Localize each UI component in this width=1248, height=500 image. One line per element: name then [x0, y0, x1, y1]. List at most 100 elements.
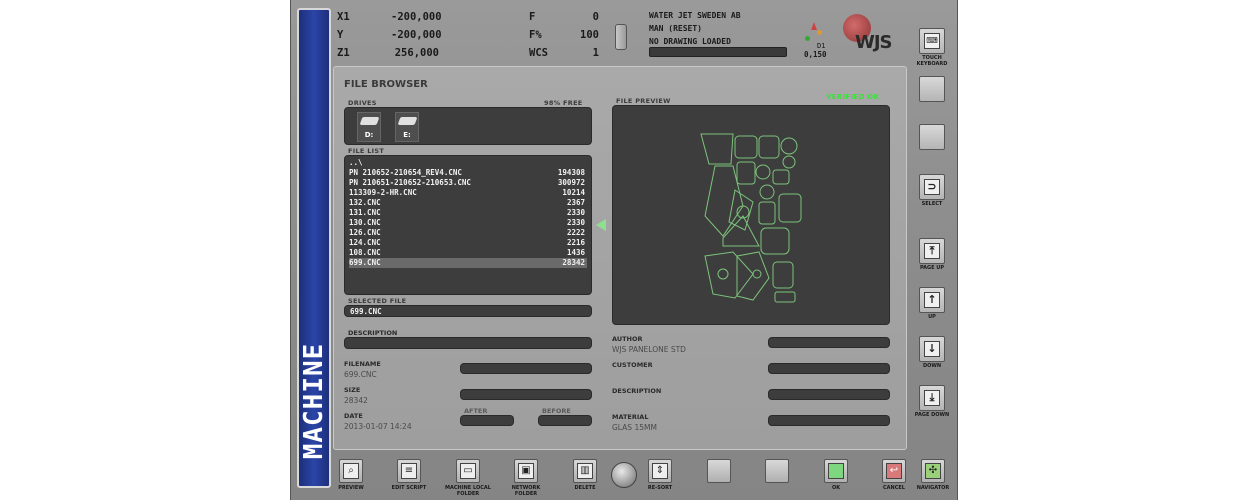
- head-value: 0,150: [804, 50, 827, 59]
- blank-button-1[interactable]: [919, 76, 945, 102]
- author-value: WJS PANELONE STD: [612, 345, 686, 354]
- customer-input[interactable]: [768, 363, 890, 374]
- author-input[interactable]: [768, 337, 890, 348]
- status-knob[interactable]: [611, 462, 637, 488]
- delete-label: DELETE: [574, 485, 596, 491]
- preview-part: [700, 133, 734, 165]
- file-list-item[interactable]: 132.CNC 2367: [349, 198, 587, 208]
- page-up-icon: ⤒: [924, 243, 940, 259]
- network-folder-button[interactable]: ▣: [514, 459, 538, 483]
- feed-percent-value: 100: [580, 29, 599, 41]
- blank-button-2[interactable]: [919, 124, 945, 150]
- network-folder-icon: ▣: [518, 463, 534, 479]
- file-list-item[interactable]: 126.CNC 2222: [349, 228, 587, 238]
- drive-icon: [397, 117, 418, 125]
- file-list-item[interactable]: 130.CNC 2330: [349, 218, 587, 228]
- file-list-label: FILE LIST: [348, 147, 385, 155]
- file-list-item-selected[interactable]: 699.CNC 28342: [349, 258, 587, 268]
- size-input[interactable]: [460, 389, 592, 400]
- file-list-item[interactable]: 113309-2-HR.CNC 10214: [349, 188, 587, 198]
- navigator-label: NAVIGATOR: [916, 485, 950, 491]
- magnifier-icon: ⌕: [343, 463, 359, 479]
- preview-part: [759, 184, 775, 200]
- re-sort-label: RE-SORT: [647, 485, 673, 491]
- date-after-input[interactable]: [460, 415, 514, 426]
- edit-script-button[interactable]: ≡: [397, 459, 421, 483]
- author-label: AUTHOR: [612, 335, 643, 343]
- select-icon: ⊃: [924, 179, 940, 195]
- feed-label: F: [529, 11, 536, 23]
- delete-button[interactable]: ▥: [573, 459, 597, 483]
- drives-label: DRIVES: [348, 99, 377, 107]
- drive-d-button[interactable]: D:: [357, 112, 381, 142]
- select-button[interactable]: ⊃: [919, 174, 945, 200]
- cancel-icon: ↩: [886, 463, 902, 479]
- document-icon: ≡: [401, 463, 417, 479]
- material-input[interactable]: [768, 415, 890, 426]
- before-label: BEFORE: [542, 407, 571, 415]
- preview-part: [774, 291, 796, 303]
- axis-y-value: -200,000: [391, 29, 442, 41]
- nozzle-icon: [615, 24, 627, 50]
- file-list-item[interactable]: 108.CNC 1436: [349, 248, 587, 258]
- filename-input[interactable]: [460, 363, 592, 374]
- preview-part: [722, 215, 760, 247]
- page-down-button[interactable]: ⤓: [919, 385, 945, 411]
- axis-z1-label: Z1: [337, 47, 350, 59]
- navigator-button[interactable]: ✣: [921, 459, 945, 483]
- preview-button[interactable]: ⌕: [339, 459, 363, 483]
- arrow-left-icon[interactable]: [596, 219, 606, 231]
- page-up-button[interactable]: ⤒: [919, 238, 945, 264]
- nesting-preview-drawing: [700, 133, 802, 303]
- description-field[interactable]: [344, 337, 592, 349]
- file-list-item[interactable]: ..\: [349, 158, 587, 168]
- cancel-button[interactable]: ↩: [882, 459, 906, 483]
- axis-z1-value: 256,000: [394, 47, 439, 59]
- down-button[interactable]: ↓: [919, 336, 945, 362]
- edit-script-label: EDIT SCRIPT: [391, 485, 427, 491]
- selected-file-field: 699.CNC: [344, 305, 592, 317]
- preview-part: [778, 193, 802, 223]
- company-name: WATER JET SWEDEN AB: [649, 11, 741, 20]
- navigator-icon: ✣: [925, 463, 941, 479]
- date-before-input[interactable]: [538, 415, 592, 426]
- drawing-status: NO DRAWING LOADED: [649, 37, 731, 46]
- ok-button[interactable]: [824, 459, 848, 483]
- file-preview-label: FILE PREVIEW: [616, 97, 671, 105]
- selected-file-value: 699.CNC: [350, 307, 382, 316]
- drive-icon: [359, 117, 380, 125]
- file-preview-canvas: [612, 105, 890, 325]
- machine-local-folder-button[interactable]: ▭: [456, 459, 480, 483]
- feed-value: 0: [592, 11, 599, 23]
- preview-part: [760, 227, 790, 255]
- trash-icon: ▥: [577, 463, 593, 479]
- size-label: SIZE: [344, 386, 361, 394]
- preview-part: [752, 269, 762, 279]
- head-label: D1: [817, 42, 826, 50]
- up-label: UP: [928, 314, 936, 320]
- filename-value: 699.CNC: [344, 370, 377, 379]
- filename-label: FILENAME: [344, 360, 381, 368]
- page-down-label: PAGE DOWN: [914, 412, 950, 418]
- blank-bottom-button-1[interactable]: [707, 459, 731, 483]
- drive-e-button[interactable]: E:: [395, 112, 419, 142]
- description2-input[interactable]: [768, 389, 890, 400]
- file-list-item[interactable]: 124.CNC 2216: [349, 238, 587, 248]
- touch-keyboard-button[interactable]: ⌨: [919, 28, 945, 54]
- up-arrow-icon: ↑: [924, 292, 940, 308]
- blank-bottom-button-2[interactable]: [765, 459, 789, 483]
- re-sort-button[interactable]: ⇕: [648, 459, 672, 483]
- machine-local-folder-label: MACHINE LOCAL FOLDER: [445, 485, 491, 497]
- axis-x1-label: X1: [337, 11, 350, 23]
- preview-part: [755, 164, 771, 180]
- up-button[interactable]: ↑: [919, 287, 945, 313]
- program-progress-bar: [649, 47, 787, 57]
- touch-keyboard-label: TOUCH KEYBOARD: [916, 55, 948, 67]
- preview-part: [734, 135, 758, 159]
- customer-label: CUSTOMER: [612, 361, 653, 369]
- file-list-item[interactable]: PN 210651-210652-210653.CNC 300972: [349, 178, 587, 188]
- file-list-item[interactable]: 131.CNC 2330: [349, 208, 587, 218]
- file-list[interactable]: ..\ PN 210652-210654_REV4.CNC 194308 PN 2…: [344, 155, 592, 295]
- file-list-item[interactable]: PN 210652-210654_REV4.CNC 194308: [349, 168, 587, 178]
- page-down-icon: ⤓: [924, 390, 940, 406]
